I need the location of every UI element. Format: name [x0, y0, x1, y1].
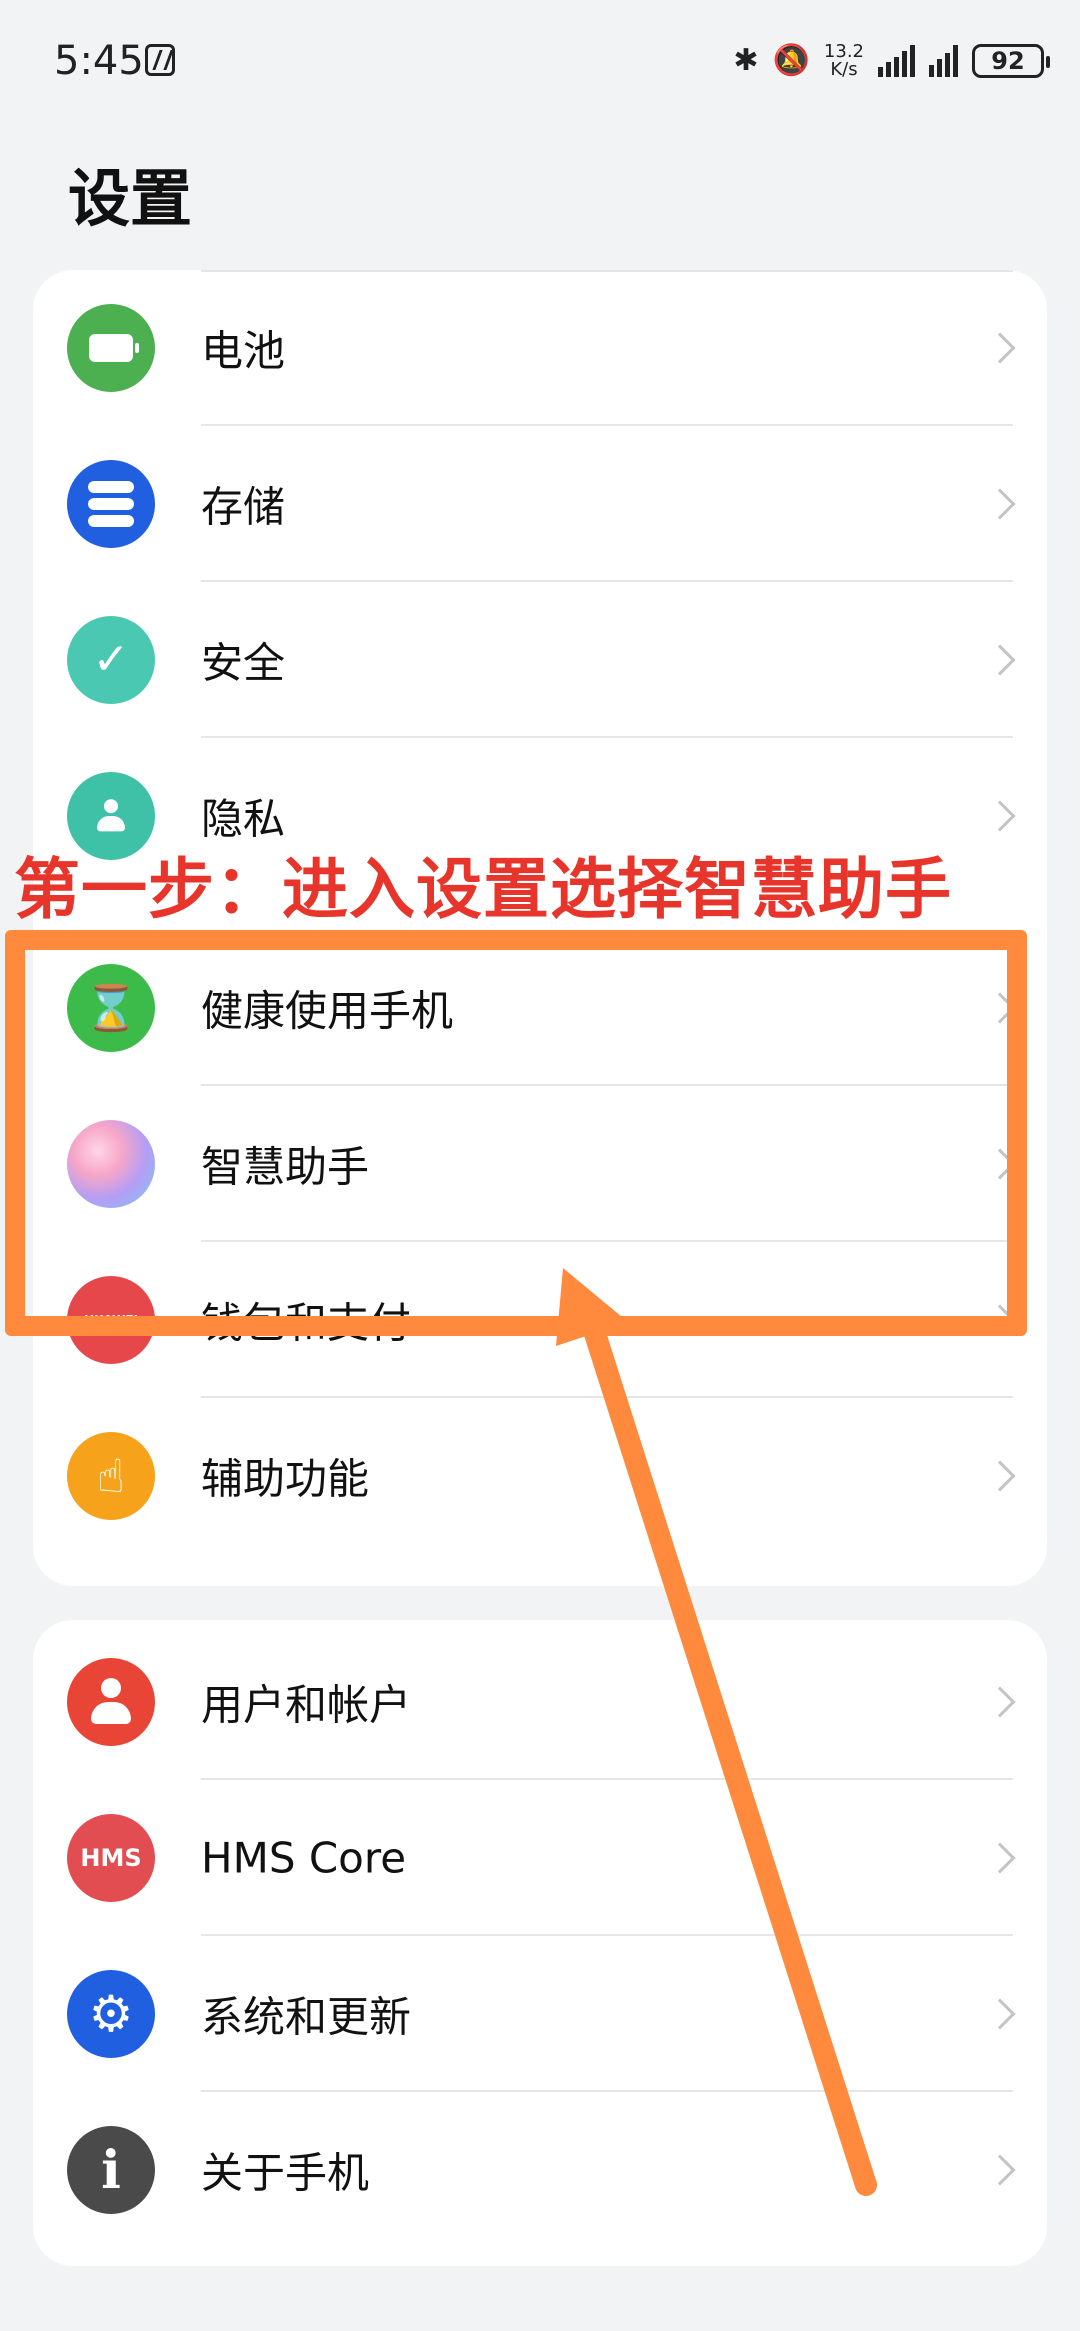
settings-card-2: 用户和帐户 HMS HMS Core ⚙ 系统和更新 i 关于手机 [33, 1620, 1047, 2266]
chevron-right-icon [984, 1460, 1016, 1492]
settings-item-label: 安全 [201, 638, 286, 688]
chevron-right-icon [984, 644, 1016, 676]
settings-item-users-accounts[interactable]: 用户和帐户 [33, 1624, 1047, 1780]
bell-off-icon: 🔕 [772, 43, 810, 78]
hms-icon: HMS [67, 1814, 155, 1902]
settings-item-label: 存储 [201, 482, 286, 532]
status-time: 5:45 [54, 38, 144, 84]
settings-item-label: 电池 [201, 326, 286, 376]
chevron-right-icon [984, 1686, 1016, 1718]
status-icons: ✱ 🔕 13.2 K/s 92 [733, 38, 1050, 84]
settings-item-hms-core[interactable]: HMS HMS Core [33, 1780, 1047, 1936]
annotation-title: 第一步：进入设置选择智慧助手 [14, 851, 952, 928]
shield-check-icon: ✓ [67, 616, 155, 704]
battery-icon [67, 304, 155, 392]
chevron-right-icon [984, 488, 1016, 520]
signal-icon [878, 45, 915, 77]
status-bar: 5:45 ✱ 🔕 13.2 K/s 92 [0, 0, 1080, 120]
settings-page: 5:45 ✱ 🔕 13.2 K/s 92 设置 电池 存储 ✓ 安全 隐私 ⌛ … [0, 0, 1080, 2331]
settings-item-about-phone[interactable]: i 关于手机 [33, 2092, 1047, 2248]
chevron-right-icon [984, 1998, 1016, 2030]
gear-icon: ⚙ [67, 1970, 155, 2058]
settings-item-storage[interactable]: 存储 [33, 426, 1047, 582]
settings-item-label: 用户和帐户 [201, 1680, 412, 1730]
settings-item-security[interactable]: ✓ 安全 [33, 582, 1047, 738]
user-icon [67, 1658, 155, 1746]
battery-indicator: 92 [972, 44, 1050, 78]
settings-item-label: 关于手机 [201, 2148, 370, 2198]
settings-item-system-update[interactable]: ⚙ 系统和更新 [33, 1936, 1047, 2092]
network-speed: 13.2 K/s [824, 43, 864, 79]
settings-item-label: 辅助功能 [201, 1454, 370, 1504]
chevron-right-icon [984, 1842, 1016, 1874]
chevron-right-icon [984, 2154, 1016, 2186]
storage-icon [67, 460, 155, 548]
settings-item-accessibility[interactable]: ☝ 辅助功能 [33, 1398, 1047, 1554]
settings-item-label: 系统和更新 [201, 1992, 412, 2042]
page-title: 设置 [68, 162, 193, 235]
chevron-right-icon [984, 800, 1016, 832]
battery-level: 92 [991, 47, 1025, 75]
signal-icon-2 [929, 45, 958, 77]
info-icon: i [67, 2126, 155, 2214]
hand-tap-icon: ☝ [67, 1432, 155, 1520]
settings-item-label: HMS Core [201, 1833, 407, 1883]
bluetooth-icon: ✱ [733, 43, 759, 78]
chevron-right-icon [984, 332, 1016, 364]
network-speed-unit: K/s [830, 59, 858, 80]
highlight-box [5, 930, 1027, 1336]
nfc-icon [145, 44, 175, 76]
settings-item-battery[interactable]: 电池 [33, 270, 1047, 426]
